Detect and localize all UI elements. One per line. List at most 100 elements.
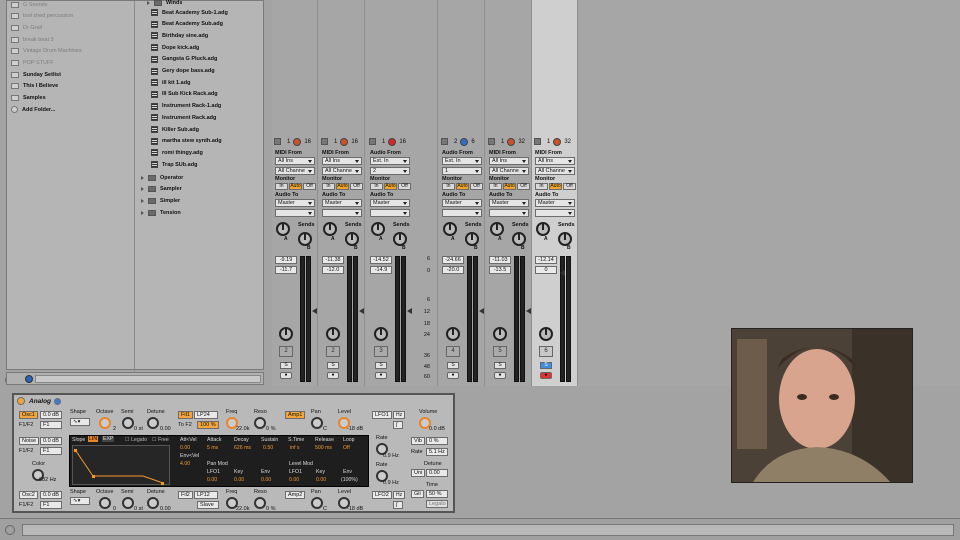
vib-rate[interactable]: 5.1 Hz (426, 448, 448, 456)
send-a-knob[interactable] (490, 222, 504, 236)
lin-button[interactable]: LIN (88, 436, 99, 442)
lm-lfo-value[interactable]: 0.00 (289, 477, 299, 483)
noise-toggle[interactable]: Noise (19, 437, 40, 445)
preset-file[interactable]: romi thingy.adg (151, 147, 203, 158)
monitor-auto[interactable]: Auto (456, 183, 469, 190)
preset-file[interactable]: ill kit 1.adg (151, 77, 190, 88)
peak-value[interactable]: -13.5 (489, 266, 511, 274)
pm-key-value[interactable]: 0.00 (234, 477, 244, 483)
input-source-select[interactable]: Ext. In (442, 157, 482, 165)
shape2-select[interactable]: ∿▾ (70, 497, 90, 505)
pan-knob[interactable] (311, 417, 323, 429)
monitor-off[interactable]: Off (303, 183, 316, 190)
volume-value[interactable]: -14.52 (370, 256, 392, 264)
stime-value[interactable]: inf s (290, 445, 300, 451)
amp1-toggle[interactable]: Amp1 (285, 411, 306, 419)
pan2-knob[interactable] (311, 497, 323, 509)
osc2-gain[interactable]: 0.0 dB (40, 491, 62, 499)
volume-fader[interactable] (560, 270, 565, 276)
detune-knob[interactable] (147, 417, 159, 429)
output-channel-select[interactable] (442, 209, 482, 217)
device-folder[interactable]: Sampler (141, 184, 182, 195)
track-activator[interactable] (321, 138, 328, 145)
monitor-off[interactable]: Off (563, 183, 576, 190)
device-on-icon[interactable] (17, 397, 25, 405)
peak-value[interactable]: -11.7 (275, 266, 297, 274)
preset-file[interactable]: Gery dope bass.adg (151, 66, 215, 77)
reso2-knob[interactable] (254, 497, 266, 509)
solo-button[interactable]: S (540, 362, 552, 369)
preset-file[interactable]: Instrument Rack.adg (151, 112, 216, 123)
input-channel-select[interactable]: All Channe (489, 167, 529, 175)
arm-button[interactable]: ● (327, 372, 339, 379)
send-b-knob[interactable] (465, 232, 479, 246)
volume-fader[interactable] (359, 308, 364, 314)
input-channel-select[interactable]: All Channe (275, 167, 315, 175)
solo-button[interactable]: S (280, 362, 292, 369)
output-select[interactable]: Master (370, 199, 410, 207)
shape-select[interactable]: ∿▾ (70, 418, 90, 426)
solo-button[interactable]: S (494, 362, 506, 369)
decay-value[interactable]: 626 ms (234, 445, 251, 451)
output-channel-select[interactable] (275, 209, 315, 217)
volume-fader[interactable] (407, 308, 412, 314)
preset-file[interactable]: Gangsta G Pluck.adg (151, 54, 217, 65)
lfo1-hz[interactable]: Hz (393, 411, 406, 419)
preset-file[interactable]: Birthday sine.adg (151, 30, 208, 41)
release-value[interactable]: 500 ms (315, 445, 332, 451)
send-b-knob[interactable] (512, 232, 526, 246)
track-activator-number[interactable]: 4 (446, 346, 460, 357)
peak-value[interactable]: -14.9 (370, 266, 392, 274)
octave2-knob[interactable] (99, 497, 111, 509)
monitor-in[interactable]: In (442, 183, 455, 190)
track-strip[interactable]: 1 16 MIDI From All Ins All Channe Monitor In Au… (272, 0, 318, 386)
octave-knob[interactable] (99, 417, 111, 429)
track-strip[interactable]: 1 16 MIDI From All Ins All Channe Monitor In Au… (319, 0, 365, 386)
volume-value[interactable]: -24.66 (442, 256, 464, 264)
preset-file[interactable]: Killer Sub.adg (151, 124, 199, 135)
monitor-in[interactable]: In (370, 183, 383, 190)
send-b-knob[interactable] (298, 232, 312, 246)
reso-knob[interactable] (254, 417, 266, 429)
track-activator[interactable] (441, 138, 448, 145)
noise-filter-select[interactable]: F1 (40, 447, 62, 455)
places-item[interactable]: Vintage Drum Machines (11, 46, 82, 57)
track-activator-number[interactable]: 5 (493, 346, 507, 357)
detune2-knob[interactable] (147, 497, 159, 509)
envvel-value[interactable]: 4.00 (180, 461, 190, 467)
uni-value[interactable]: 0.00 (426, 469, 448, 477)
fil2-toggle[interactable]: Fil2 (178, 491, 193, 499)
track-strip[interactable]: 1 32 MIDI From All Ins All Channe Monitor In Au… (532, 0, 578, 386)
preset-file[interactable]: Trap SUb.adg (151, 159, 197, 170)
places-item[interactable]: G Sounds (11, 0, 47, 10)
places-item[interactable]: Add Folder... (11, 104, 55, 115)
peak-value[interactable]: 0 (535, 266, 557, 274)
osc2-filter-select[interactable]: F1 (40, 501, 62, 509)
output-select[interactable]: Master (489, 199, 529, 207)
arm-icon[interactable] (388, 137, 397, 146)
preset-file[interactable]: martha stew synth.adg (151, 136, 222, 147)
track-activator-number[interactable]: 2 (326, 346, 340, 357)
output-channel-select[interactable] (370, 209, 410, 217)
send-a-knob[interactable] (323, 222, 337, 236)
status-toggle-icon[interactable] (5, 525, 15, 535)
arm-button[interactable]: ● (280, 372, 292, 379)
send-a-knob[interactable] (536, 222, 550, 236)
free-checkbox[interactable]: ☐ Free (152, 437, 169, 443)
hot-swap-icon[interactable] (54, 398, 61, 405)
monitor-off[interactable]: Off (398, 183, 411, 190)
track-activator[interactable] (534, 138, 541, 145)
input-channel-select[interactable]: All Channe (535, 167, 575, 175)
filter2-type-select[interactable]: LP12 (194, 491, 218, 499)
pan-knob[interactable] (493, 327, 507, 341)
monitor-switch[interactable]: In Auto Off (275, 183, 316, 190)
input-channel-select[interactable]: 2 (370, 167, 410, 175)
volume-fader[interactable] (479, 308, 484, 314)
preset-file[interactable]: Dope kick.adg (151, 42, 199, 53)
arm-button[interactable]: ● (447, 372, 459, 379)
osc2-toggle[interactable]: Osc2 (19, 491, 38, 499)
input-channel-select[interactable]: 1 (442, 167, 482, 175)
lm-env-value[interactable]: (100%) (341, 477, 358, 483)
send-b-knob[interactable] (558, 232, 572, 246)
input-channel-select[interactable]: All Channe (322, 167, 362, 175)
